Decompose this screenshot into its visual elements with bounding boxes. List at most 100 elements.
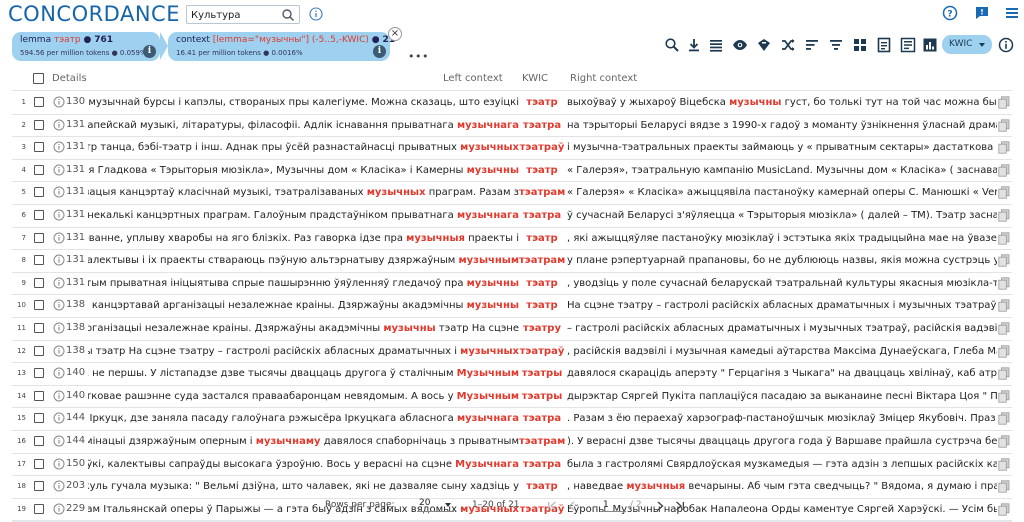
table-row[interactable]: 6 131 а і некалькі канцэртных праграм. Гал… [12, 205, 1012, 227]
info-icon[interactable]: i [143, 45, 156, 58]
kwic-word[interactable]: тэатры [519, 367, 565, 381]
page-input[interactable] [600, 498, 626, 512]
table-row[interactable]: 17 150 зноўкі, калектывы сапраўды высокага… [12, 454, 1012, 476]
kwic-word[interactable]: тэатра [519, 209, 565, 223]
document-id[interactable]: 131 [66, 164, 85, 175]
table-row[interactable]: 16 144 намінацыі дзяржаўным оперным і музы… [12, 431, 1012, 453]
table-row[interactable]: 14 140 чатковае рашэнне суда застался прав… [12, 386, 1012, 408]
row-checkbox[interactable] [34, 345, 44, 356]
sort-icon[interactable] [804, 37, 820, 53]
copy-icon[interactable] [998, 254, 1010, 267]
kwic-word[interactable]: тэатр [519, 480, 565, 494]
document-id[interactable]: 140 [66, 367, 85, 378]
info-icon[interactable] [53, 435, 65, 447]
info-icon[interactable] [53, 277, 65, 289]
table-row[interactable]: 3 131 і тэатр танца, бэбі-тэатр і інш. Адн… [12, 137, 1012, 159]
document-id[interactable]: 138 [66, 345, 85, 356]
document-id[interactable]: 140 [66, 390, 85, 401]
document-id[interactable]: 131 [66, 186, 85, 197]
copy-icon[interactable] [998, 503, 1010, 516]
rows-per-page-select[interactable]: 20 [418, 498, 454, 512]
kwic-word[interactable]: тэатра [519, 458, 565, 472]
info-icon[interactable] [53, 186, 65, 198]
row-checkbox[interactable] [34, 300, 44, 311]
kwic-word[interactable]: тэатрам [519, 254, 565, 268]
kwic-word[interactable]: тэатру [519, 322, 565, 336]
info-icon[interactable] [53, 412, 65, 424]
column-header-kwic[interactable]: KWIC [522, 73, 548, 84]
column-header-left-context[interactable]: Left context [443, 73, 503, 84]
copy-icon[interactable] [998, 231, 1010, 245]
info-icon[interactable] [53, 232, 65, 244]
table-row[interactable]: 2 131 еўрапейскай музыкі, літаратуры, філа… [12, 115, 1012, 137]
table-row[interactable]: 1 130 ямі музычнай бурсы і капэлы, створан… [12, 92, 1012, 114]
row-checkbox[interactable] [34, 458, 44, 469]
document-id[interactable]: 131 [66, 141, 85, 152]
table-row[interactable]: 8 131 ві калектывы і іх праекты ствараюць … [12, 250, 1012, 272]
next-page-icon[interactable] [654, 500, 666, 512]
info-icon[interactable] [53, 480, 65, 492]
report-icon[interactable] [876, 37, 892, 53]
table-row[interactable]: 7 131 ворванне, уплыву хваробы на яго бліз… [12, 228, 1012, 250]
document-id[interactable]: 131 [66, 119, 85, 130]
info-icon[interactable] [53, 390, 65, 402]
copy-icon[interactable] [998, 435, 1010, 448]
list-icon[interactable] [708, 37, 724, 53]
info-icon[interactable] [53, 209, 65, 221]
copy-icon[interactable] [998, 186, 1010, 199]
last-page-icon[interactable] [674, 500, 686, 512]
copy-icon[interactable] [998, 209, 1010, 222]
info-icon[interactable] [309, 7, 323, 21]
close-icon[interactable]: × [388, 27, 402, 41]
search-box[interactable] [186, 5, 300, 24]
kwic-word[interactable]: тэатра [519, 119, 565, 133]
document-id[interactable]: 144 [66, 435, 85, 446]
kwic-word[interactable]: тэатр [519, 299, 565, 313]
tag-icon[interactable] [756, 37, 772, 53]
shuffle-icon[interactable] [780, 37, 796, 53]
copy-icon[interactable] [998, 480, 1010, 493]
row-checkbox[interactable] [34, 503, 44, 514]
search-input[interactable] [191, 8, 275, 22]
row-checkbox[interactable] [34, 481, 44, 492]
info-icon[interactable] [53, 458, 65, 470]
info-icon[interactable] [53, 141, 65, 153]
table-row[interactable]: 4 131 адзя Гладкова « Тэрыторыя мюзікла», … [12, 160, 1012, 182]
document-id[interactable]: 138 [66, 299, 85, 310]
info-icon[interactable] [53, 322, 65, 334]
column-header-details[interactable]: Details [52, 73, 87, 84]
kwic-word[interactable]: тэатр [519, 232, 565, 246]
copy-icon[interactable] [998, 390, 1010, 403]
prev-page-icon[interactable] [566, 500, 578, 512]
row-checkbox[interactable] [34, 210, 44, 220]
query-chip-context[interactable]: context [lemma="музычны"] (-5..5,-KWIC) … [168, 32, 395, 61]
table-row[interactable]: 15 144 а ў Іркуцк, дзе заняла пасаду галоў… [12, 408, 1012, 430]
kwic-word[interactable]: тэатраў [519, 503, 565, 517]
row-checkbox[interactable] [34, 97, 44, 107]
copy-icon[interactable] [998, 412, 1010, 425]
document-id[interactable]: 203 [66, 480, 85, 491]
kwic-word[interactable]: тэатра [519, 412, 565, 426]
row-checkbox[interactable] [34, 323, 44, 333]
tools-icon[interactable] [900, 37, 916, 53]
document-id[interactable]: 131 [66, 232, 85, 243]
select-all-checkbox[interactable] [33, 73, 44, 84]
info-icon[interactable] [53, 367, 65, 379]
table-row[interactable]: 10 138 й канцэртавай арганізацыі незалежна… [12, 295, 1012, 317]
feedback-icon[interactable] [974, 5, 990, 21]
info-icon[interactable] [53, 503, 65, 515]
filter-icon[interactable] [828, 37, 844, 53]
copy-icon[interactable] [998, 141, 1010, 154]
search-icon[interactable] [281, 8, 295, 22]
kwic-word[interactable]: тэатр [519, 164, 565, 178]
row-checkbox[interactable] [34, 164, 44, 175]
info-icon[interactable] [998, 37, 1014, 53]
copy-icon[interactable] [998, 277, 1010, 290]
row-checkbox[interactable] [34, 187, 44, 198]
row-checkbox[interactable] [34, 368, 44, 379]
kwic-word[interactable]: тэатр [519, 96, 565, 110]
bar-chart-icon[interactable] [922, 37, 938, 53]
row-checkbox[interactable] [34, 142, 44, 153]
help-icon[interactable]: ? [942, 5, 958, 21]
document-id[interactable]: 131 [66, 209, 85, 220]
